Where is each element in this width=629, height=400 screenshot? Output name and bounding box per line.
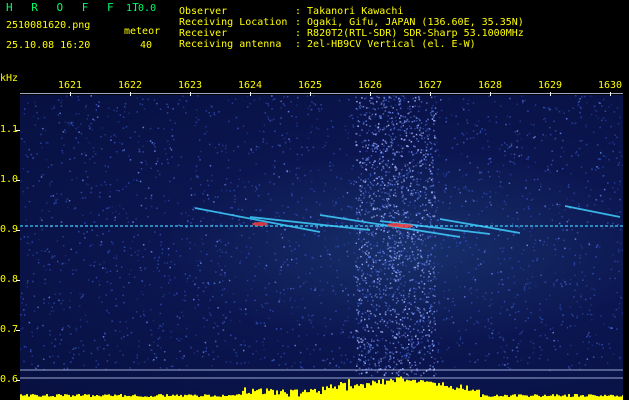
offset-tick xyxy=(16,380,20,381)
frequency-tick-label: 1628 xyxy=(478,80,503,91)
frequency-tick-label: 1622 xyxy=(118,80,143,91)
frequency-tick xyxy=(250,92,251,96)
frequency-tick-label: 1621 xyxy=(58,80,83,91)
offset-tick xyxy=(16,180,20,181)
offset-tick xyxy=(16,230,20,231)
frequency-tick-label: 1623 xyxy=(178,80,203,91)
app-version: 1.0.0 xyxy=(126,3,157,14)
frequency-tick xyxy=(70,92,71,96)
frequency-tick xyxy=(490,92,491,96)
info-row-antenna: Receiving antenna : 2el-HB9CV Vertical (e… xyxy=(179,39,476,50)
info-row-location: Receiving Location : Ogaki, Gifu, JAPAN (… xyxy=(179,17,524,28)
frequency-tick-label: 1629 xyxy=(538,80,563,91)
frequency-tick xyxy=(310,92,311,96)
frequency-tick xyxy=(130,92,131,96)
info-value: : R820T2(RTL-SDR) SDR-Sharp 53.1000MHz xyxy=(295,28,524,39)
info-value: : 2el-HB9CV Vertical (el. E-W) xyxy=(295,39,476,50)
frequency-tick xyxy=(550,92,551,96)
y-unit-label: kHz xyxy=(0,73,19,84)
info-value: : Takanori Kawachi xyxy=(295,6,404,17)
frequency-tick xyxy=(610,92,611,96)
info-key: Receiver xyxy=(179,28,228,39)
offset-tick xyxy=(16,330,20,331)
frequency-tick-label: 1630 xyxy=(598,80,623,91)
frequency-tick-label: 1626 xyxy=(358,80,383,91)
timestamp: 25.10.08 16:20 xyxy=(6,40,91,51)
frequency-tick xyxy=(190,92,191,96)
info-key: Observer xyxy=(179,6,228,17)
frequency-axis-line xyxy=(20,93,623,94)
noise-layer xyxy=(20,95,623,377)
meteor-count: 40 xyxy=(140,40,153,51)
spectrogram-canvas xyxy=(20,95,623,400)
hrofft-screen: H R O F F T 1.0.0 2510081620.png meteor … xyxy=(0,0,629,400)
frequency-tick xyxy=(370,92,371,96)
info-value: : Ogaki, Gifu, JAPAN (136.60E, 35.35N) xyxy=(295,17,524,28)
frequency-tick-label: 1624 xyxy=(238,80,263,91)
frequency-tick-label: 1627 xyxy=(418,80,443,91)
spectrogram-plot xyxy=(20,95,623,400)
level-meter xyxy=(20,376,623,400)
offset-tick xyxy=(16,280,20,281)
info-row-observer: Observer : Takanori Kawachi xyxy=(179,6,403,17)
frequency-tick-label: 1625 xyxy=(298,80,323,91)
meteor-label: meteor xyxy=(124,26,161,37)
app-logo: H R O F F T xyxy=(6,1,145,14)
offset-tick xyxy=(16,130,20,131)
info-row-receiver: Receiver : R820T2(RTL-SDR) SDR-Sharp 53.1… xyxy=(179,28,524,39)
info-key: Receiving Location xyxy=(179,17,288,28)
info-key: Receiving antenna xyxy=(179,39,282,50)
frequency-tick xyxy=(430,92,431,96)
file-name: 2510081620.png xyxy=(6,20,91,31)
